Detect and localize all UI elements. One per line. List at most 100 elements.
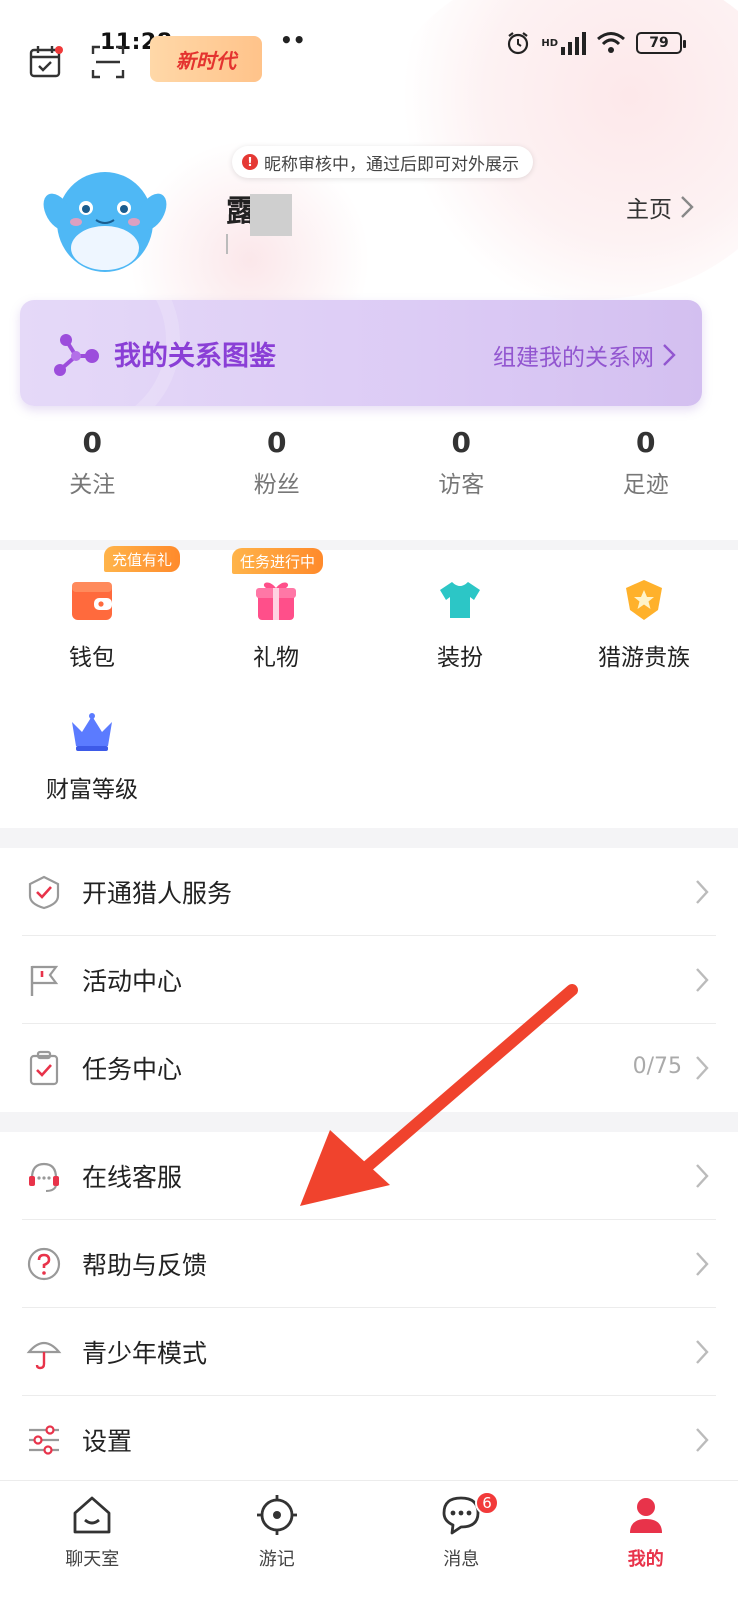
home-link-label: 主页 bbox=[626, 197, 672, 223]
alarm-icon bbox=[508, 32, 529, 55]
list-item-label: 开通猎人服务 bbox=[82, 879, 233, 908]
grid-item-wallet[interactable]: 充值有礼 钱包 bbox=[0, 546, 184, 672]
list-item-label: 青少年模式 bbox=[82, 1339, 208, 1368]
task-progress-value: 0/75 bbox=[632, 1054, 682, 1079]
question-icon bbox=[27, 1247, 61, 1281]
chevron-right-icon bbox=[681, 196, 694, 218]
profile-header-area: 11:28 •• HD 79 新时代 ! 昵称审核中，通过后即可对外展示 露 主… bbox=[0, 0, 738, 540]
scan-icon[interactable] bbox=[90, 44, 126, 80]
house-icon bbox=[73, 1496, 111, 1534]
user-id-placeholder bbox=[226, 234, 228, 254]
stat-label: 关注 bbox=[69, 472, 116, 498]
chevron-right-icon bbox=[696, 1340, 709, 1364]
relation-card-title: 我的关系图鉴 bbox=[114, 341, 276, 372]
relation-map-card[interactable]: 我的关系图鉴 组建我的关系网 bbox=[20, 300, 702, 406]
nav-label: 聊天室 bbox=[65, 1549, 120, 1570]
grid-label: 钱包 bbox=[69, 645, 115, 671]
relation-network-icon bbox=[54, 334, 99, 376]
list-item-label: 设置 bbox=[82, 1427, 133, 1456]
nickname-review-text: 昵称审核中，通过后即可对外展示 bbox=[264, 154, 519, 175]
nav-tab-chatroom[interactable]: 聊天室 bbox=[0, 1481, 185, 1600]
chevron-right-icon bbox=[696, 880, 709, 904]
profile-icon bbox=[629, 1498, 662, 1533]
headset-icon bbox=[29, 1162, 59, 1192]
list-item-label: 任务中心 bbox=[82, 1055, 183, 1084]
gift-icon bbox=[256, 582, 296, 620]
list-item-label: 在线客服 bbox=[82, 1163, 183, 1192]
list-item-hunter-service[interactable]: 开通猎人服务 bbox=[0, 848, 738, 936]
profile-stats: 0 关注 0 粉丝 0 访客 0 足迹 bbox=[0, 426, 738, 516]
grid-label: 财富等级 bbox=[46, 777, 138, 803]
status-icons: HD 79 bbox=[505, 30, 686, 56]
list-item-label: 活动中心 bbox=[82, 967, 183, 996]
list-item-activity-center[interactable]: 活动中心 bbox=[0, 936, 738, 1024]
list-item-online-support[interactable]: 在线客服 bbox=[0, 1132, 738, 1220]
recharge-gift-badge: 充值有礼 bbox=[104, 546, 181, 572]
stat-value: 0 bbox=[451, 426, 471, 459]
battery-indicator: 79 bbox=[636, 32, 686, 54]
nav-tab-travelogue[interactable]: 游记 bbox=[185, 1481, 370, 1600]
grid-item-gift[interactable]: 任务进行中 礼物 bbox=[184, 548, 368, 672]
grid-label: 礼物 bbox=[253, 645, 299, 671]
stat-label: 访客 bbox=[438, 472, 485, 498]
nav-tab-mine[interactable]: 我的 bbox=[554, 1481, 738, 1600]
clipboard-icon bbox=[29, 1050, 59, 1086]
grid-item-noble[interactable]: 猎游贵族 bbox=[552, 550, 736, 672]
list-item-task-center[interactable]: 任务中心 0/75 bbox=[0, 1024, 738, 1112]
nav-tab-messages[interactable]: 6 消息 bbox=[369, 1481, 554, 1600]
function-grid: 充值有礼 钱包 任务进行中 礼物 装扮 猎游贵族 财富等级 bbox=[0, 546, 738, 828]
noble-shield-icon bbox=[626, 580, 662, 620]
nickname-review-notice: ! 昵称审核中，通过后即可对外展示 bbox=[232, 146, 533, 178]
list-item-help-feedback[interactable]: 帮助与反馈 bbox=[0, 1220, 738, 1308]
battery-level: 79 bbox=[649, 35, 669, 51]
signal-icon bbox=[561, 32, 586, 55]
sliders-icon bbox=[29, 1425, 59, 1455]
flag-icon bbox=[30, 965, 59, 996]
nav-label: 游记 bbox=[258, 1549, 295, 1570]
chevron-right-icon bbox=[696, 1056, 709, 1080]
stat-value: 0 bbox=[267, 426, 287, 459]
chevron-right-icon bbox=[696, 968, 709, 992]
support-list: 在线客服 帮助与反馈 青少年模式 设置 bbox=[0, 1132, 738, 1480]
banner-text: 新时代 bbox=[176, 48, 236, 73]
tshirt-icon bbox=[440, 581, 480, 618]
stat-fans[interactable]: 0 粉丝 bbox=[185, 426, 370, 516]
stat-following[interactable]: 0 关注 bbox=[0, 426, 185, 516]
redacted-area bbox=[250, 194, 292, 236]
bottom-navigation: 聊天室 游记 6 消息 我的 bbox=[0, 1480, 738, 1600]
chevron-right-icon bbox=[696, 1252, 709, 1276]
umbrella-icon bbox=[26, 1341, 62, 1370]
chevron-right-icon bbox=[696, 1428, 709, 1452]
nav-label: 消息 bbox=[443, 1549, 480, 1570]
list-item-teen-mode[interactable]: 青少年模式 bbox=[0, 1308, 738, 1396]
wifi-icon bbox=[597, 32, 625, 53]
stat-value: 0 bbox=[636, 426, 656, 459]
chevron-right-icon bbox=[696, 1164, 709, 1188]
grid-label: 猎游贵族 bbox=[598, 645, 690, 671]
relation-link-label: 组建我的关系网 bbox=[493, 345, 654, 371]
stat-value: 0 bbox=[82, 426, 102, 459]
stat-footprints[interactable]: 0 足迹 bbox=[554, 426, 738, 516]
chevron-right-icon bbox=[663, 344, 676, 366]
home-page-link[interactable]: 主页 bbox=[626, 190, 694, 224]
stat-label: 粉丝 bbox=[253, 472, 300, 498]
stat-label: 足迹 bbox=[622, 472, 669, 498]
target-icon bbox=[256, 1495, 297, 1535]
new-era-banner[interactable]: 新时代 bbox=[150, 36, 262, 82]
warning-icon: ! bbox=[242, 154, 258, 170]
service-list: 开通猎人服务 活动中心 任务中心 0/75 bbox=[0, 848, 738, 1112]
avatar[interactable] bbox=[40, 150, 170, 280]
stat-visitors[interactable]: 0 访客 bbox=[369, 426, 554, 516]
nav-label: 我的 bbox=[627, 1549, 664, 1570]
profile-page: 11:28 •• HD 79 新时代 ! 昵称审核中，通过后即可对外展示 露 主… bbox=[0, 0, 738, 1600]
crown-icon bbox=[72, 713, 112, 751]
wallet-icon bbox=[72, 582, 112, 620]
calendar-checkin-icon[interactable] bbox=[28, 44, 64, 80]
build-relation-link[interactable]: 组建我的关系网 bbox=[493, 338, 676, 372]
list-item-settings[interactable]: 设置 bbox=[0, 1396, 738, 1484]
status-dots: •• bbox=[280, 28, 306, 52]
unread-badge: 6 bbox=[475, 1491, 499, 1515]
grid-item-wealth-level[interactable]: 财富等级 bbox=[0, 682, 184, 804]
list-item-label: 帮助与反馈 bbox=[82, 1251, 208, 1280]
grid-item-dressup[interactable]: 装扮 bbox=[368, 550, 552, 672]
